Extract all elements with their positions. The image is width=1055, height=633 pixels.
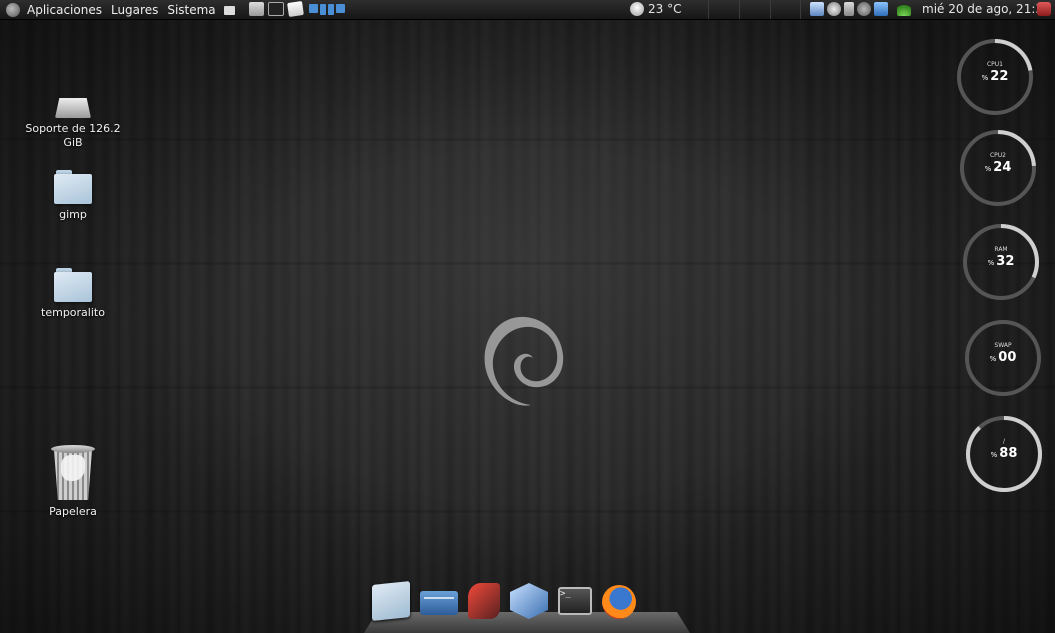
desktop-icon-temporalito[interactable]: temporalito <box>23 268 123 320</box>
meter-label: RAM <box>994 246 1008 253</box>
system-tray <box>810 2 911 16</box>
firefox-icon[interactable] <box>602 585 636 619</box>
previous-track-icon[interactable] <box>309 3 318 13</box>
notes-tray-icon[interactable] <box>810 2 824 16</box>
meter-label: CPU1 <box>986 61 1004 68</box>
monitor-launcher-icon[interactable] <box>249 2 264 16</box>
desktop-icon-gimp[interactable]: gimp <box>23 170 123 222</box>
meter-label: / <box>1002 438 1006 445</box>
gimp-icon[interactable] <box>468 583 500 619</box>
meter-value: % 22 <box>981 69 1009 84</box>
file-manager-icon[interactable] <box>420 591 458 615</box>
next-track-icon[interactable] <box>336 3 345 13</box>
workspace-divider <box>708 0 709 19</box>
terminal-icon[interactable]: >_ <box>558 587 592 615</box>
weather-cloud-icon <box>630 2 644 16</box>
settings-gear-icon[interactable] <box>857 2 871 16</box>
weather-temperature: 23 °C <box>648 2 682 16</box>
folder-icon[interactable] <box>372 581 410 621</box>
weather-applet[interactable]: 23 °C <box>630 2 681 16</box>
menu-applications[interactable]: Aplicaciones <box>27 3 102 17</box>
battery-tray-icon[interactable] <box>844 2 854 16</box>
media-controls <box>309 3 345 15</box>
play-pause-icon[interactable] <box>320 3 326 15</box>
meter-cpu2: CPU2 % 24 <box>958 128 1038 208</box>
show-desktop-icon[interactable] <box>224 5 235 15</box>
panel-menus: Aplicaciones Lugares Sistema <box>27 0 225 19</box>
desktop-icon-label: gimp <box>59 208 87 221</box>
meter-ram: RAM % 32 <box>961 222 1041 302</box>
desktop-icon-label: Soporte de 126.2 GiB <box>25 122 121 149</box>
update-tray-icon[interactable] <box>827 2 841 16</box>
meter-root-disk: / % 88 <box>964 414 1044 494</box>
workspace-divider <box>739 0 740 19</box>
wifi-icon[interactable] <box>897 2 911 16</box>
drive-icon <box>55 98 91 118</box>
desktop-icon-trash[interactable]: Papelera <box>23 445 123 519</box>
panel-clock[interactable]: mié 20 de ago, 21:31 <box>922 0 1051 19</box>
shutdown-icon[interactable] <box>1037 2 1051 16</box>
network-manager-icon[interactable] <box>874 2 888 16</box>
terminal-launcher-icon[interactable] <box>268 2 284 16</box>
menu-system[interactable]: Sistema <box>167 3 215 17</box>
dock: >_ <box>372 581 636 621</box>
meter-value: % 88 <box>990 446 1018 461</box>
trash-icon <box>51 445 95 501</box>
meter-value: % 00 <box>989 350 1017 365</box>
folder-icon <box>54 170 92 204</box>
meter-value: % 24 <box>984 160 1012 175</box>
folder-icon <box>54 268 92 302</box>
meter-label: SWAP <box>994 342 1012 349</box>
workspace-divider <box>770 0 771 19</box>
pause-icon[interactable] <box>328 3 334 15</box>
desktop-icon-label: temporalito <box>41 306 105 319</box>
desktop-icon-drive[interactable]: Soporte de 126.2 GiB <box>23 98 123 150</box>
panel-launchers <box>224 1 345 17</box>
meter-cpu1: CPU1 % 22 <box>955 37 1035 117</box>
debian-swirl-logo <box>484 316 564 406</box>
meter-label: CPU2 <box>989 152 1007 159</box>
text-editor-launcher-icon[interactable] <box>287 1 304 17</box>
workspace-divider <box>800 0 801 19</box>
desktop-icon-label: Papelera <box>49 505 97 518</box>
meter-value: % 32 <box>987 254 1015 269</box>
virtualbox-icon[interactable] <box>510 583 548 619</box>
debian-logo-icon[interactable] <box>6 2 20 17</box>
meter-swap: SWAP % 00 <box>963 318 1043 398</box>
top-panel: Aplicaciones Lugares Sistema 23 °C mié 2… <box>0 0 1055 20</box>
menu-places[interactable]: Lugares <box>111 3 158 17</box>
